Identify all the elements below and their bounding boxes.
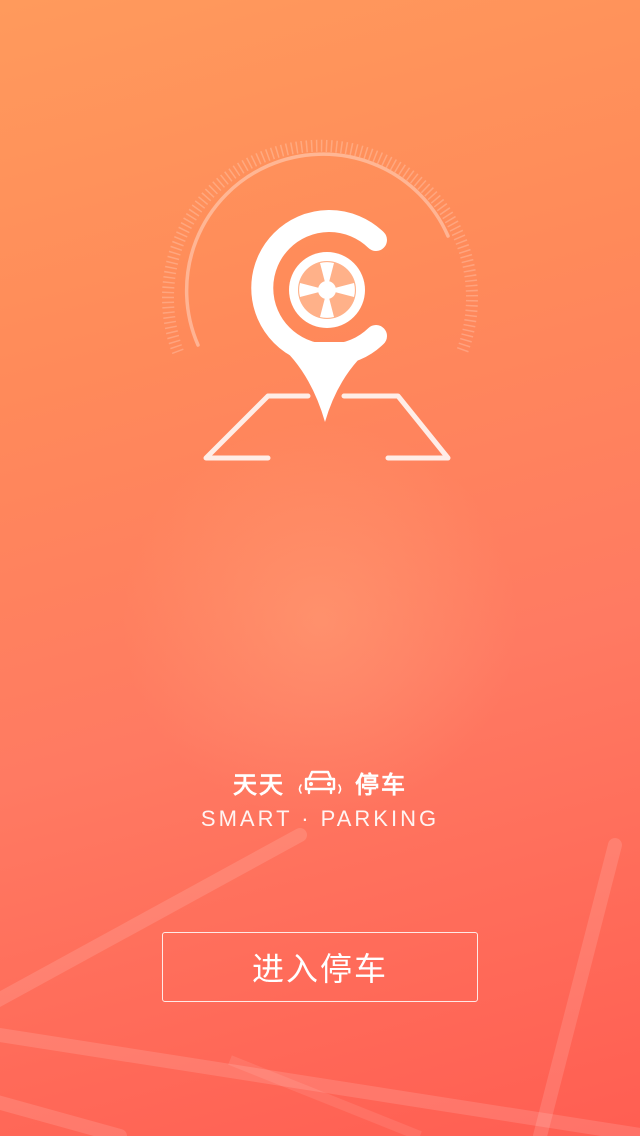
brand-name-right: 停车 xyxy=(355,770,407,799)
brand-block: 天天 停车 SMART · PARKING xyxy=(0,762,640,832)
splash-screen: 天天 停车 SMART · PARKING 进入停车 xyxy=(0,0,640,1136)
app-logo-icon xyxy=(162,139,478,461)
background-glow xyxy=(120,420,520,820)
car-icon xyxy=(298,770,342,795)
brand-name-left: 天天 xyxy=(233,770,285,799)
brand-title: 天天 停车 xyxy=(0,762,640,802)
enter-parking-button[interactable]: 进入停车 xyxy=(162,932,478,1002)
tagline: SMART · PARKING xyxy=(200,806,440,831)
